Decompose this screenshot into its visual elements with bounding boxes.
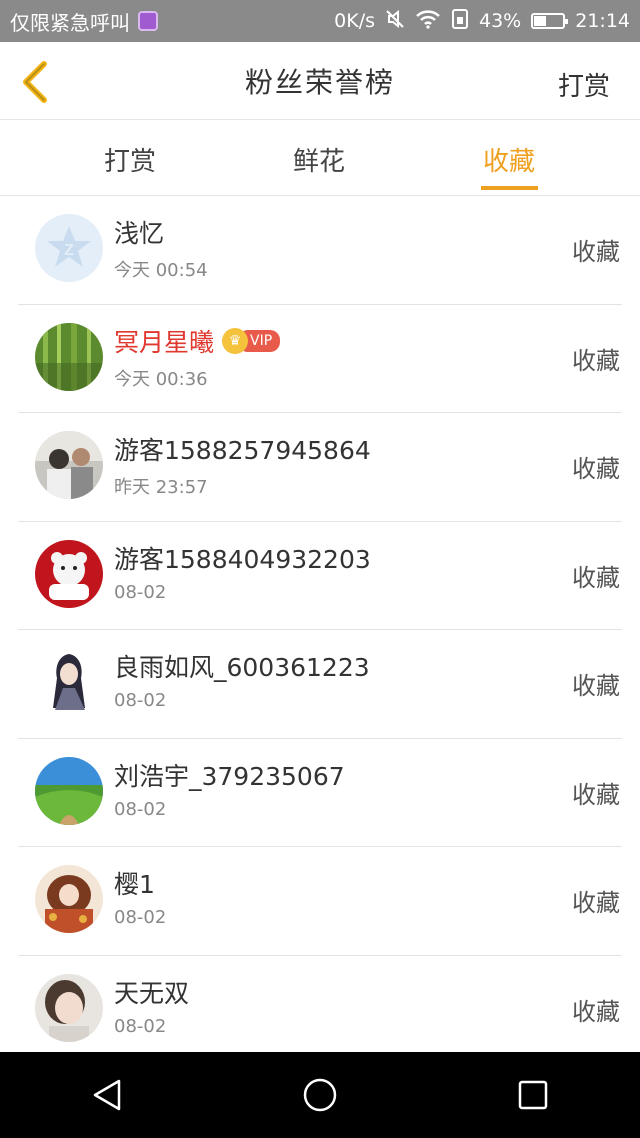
timestamp: 08-02 — [114, 690, 167, 711]
favorite-label: 收藏 — [572, 780, 620, 809]
avatar — [35, 322, 103, 391]
timestamp: 昨天 23:57 — [114, 477, 208, 498]
square-recents-icon — [519, 1080, 548, 1110]
user-name-text: 游客1588404932203 — [114, 544, 371, 574]
clock: 21:14 — [575, 10, 630, 32]
avatar — [35, 648, 103, 716]
tab-flowers[interactable]: 鲜花 — [293, 141, 345, 178]
timestamp: 今天 00:54 — [114, 260, 208, 281]
girl-avatar-icon — [35, 973, 103, 1042]
recents-nav-button[interactable] — [503, 1065, 563, 1125]
landscape-avatar-icon — [35, 756, 103, 825]
avatar — [35, 865, 103, 933]
page-title: 粉丝荣誉榜 — [244, 65, 395, 99]
wifi-icon — [415, 9, 441, 34]
circle-home-icon — [303, 1078, 337, 1112]
battery-percent: 43% — [479, 10, 522, 32]
favorite-label: 收藏 — [572, 889, 620, 917]
user-name: 游客1588257945864 — [114, 431, 371, 467]
timestamp: 08-02 — [114, 581, 167, 603]
reward-button[interactable]: 打赏 — [558, 66, 610, 103]
anime-character-avatar-icon — [35, 648, 103, 716]
favorite-label: 收藏 — [572, 238, 620, 266]
user-name: 樱1 — [114, 865, 155, 901]
avatar — [35, 431, 103, 499]
gallery-notification-icon — [138, 11, 158, 31]
status-bar: 仅限紧急呼叫 0K/s 43% 21:14 — [0, 0, 640, 42]
user-name-text: 冥月星曦 — [114, 327, 215, 357]
back-button[interactable] — [16, 60, 56, 104]
photo-avatar-icon — [35, 431, 103, 499]
battery-icon — [531, 13, 569, 29]
vip-badge: ♛ VIP — [222, 327, 281, 354]
avatar — [35, 973, 103, 1042]
illustration-avatar-icon — [35, 865, 103, 933]
svg-text:Z: Z — [64, 242, 74, 259]
avatar — [35, 756, 103, 825]
list-item[interactable]: 游客1588404932203 08-02 收藏 — [18, 522, 622, 630]
user-name: 刘浩宇_379235067 — [114, 757, 345, 793]
list-item[interactable]: 冥月星曦 ♛ VIP 今天 00:36 收藏 — [18, 305, 622, 413]
user-name-text: 游客1588257945864 — [114, 436, 371, 465]
battery-fill — [534, 16, 547, 26]
favorite-label: 收藏 — [572, 997, 620, 1026]
carrier-text: 仅限紧急呼叫 — [10, 10, 130, 35]
sim-icon — [451, 8, 469, 34]
nav-bar: 粉丝荣誉榜 打赏 — [0, 42, 640, 120]
user-name: 浅忆 — [114, 214, 164, 250]
favorite-label: 收藏 — [572, 672, 620, 700]
mute-icon — [385, 9, 405, 34]
timestamp: 08-02 — [114, 907, 167, 928]
timestamp: 08-02 — [114, 1015, 167, 1037]
crown-icon: ♛ — [222, 327, 249, 354]
tab-bar: 打赏 鲜花 收藏 — [0, 121, 640, 196]
user-name-text: 天无双 — [114, 978, 190, 1008]
status-left: 仅限紧急呼叫 — [10, 7, 158, 36]
tab-favorites[interactable]: 收藏 — [483, 141, 535, 178]
qzone-avatar-icon: Z — [35, 214, 103, 282]
status-right: 0K/s 43% 21:14 — [334, 8, 630, 34]
timestamp: 今天 00:36 — [114, 368, 208, 390]
bamboo-avatar-icon — [35, 322, 103, 391]
list-item[interactable]: 刘浩宇_379235067 08-02 收藏 — [18, 739, 622, 847]
user-name: 天无双 — [114, 974, 189, 1010]
user-name: 良雨如风_600361223 — [114, 648, 370, 684]
favorite-label: 收藏 — [572, 563, 620, 592]
timestamp: 08-02 — [114, 798, 167, 820]
avatar — [35, 539, 103, 608]
network-speed: 0K/s — [334, 10, 375, 32]
home-nav-button[interactable] — [290, 1065, 350, 1125]
chevron-left-icon — [23, 61, 47, 103]
user-name: 游客1588404932203 — [114, 540, 371, 576]
user-name-text: 樱1 — [114, 870, 155, 899]
screen: 仅限紧急呼叫 0K/s 43% 21:14 粉丝荣誉榜 打赏 打赏 鲜花 收藏 … — [0, 0, 640, 1138]
favorite-label: 收藏 — [572, 346, 620, 375]
fan-list: Z 浅忆 今天 00:54 收藏 冥月星曦 ♛ VIP 今天 00:36 收藏 … — [0, 196, 640, 1064]
triangle-back-icon — [93, 1079, 120, 1111]
back-nav-button[interactable] — [77, 1065, 137, 1125]
tab-reward[interactable]: 打赏 — [104, 141, 156, 178]
active-tab-indicator — [481, 186, 538, 190]
teddy-bear-avatar-icon — [35, 539, 103, 608]
user-name: 冥月星曦 ♛ VIP — [114, 323, 281, 359]
list-item[interactable]: 樱1 08-02 收藏 — [18, 847, 622, 956]
avatar: Z — [35, 214, 103, 282]
user-name-text: 良雨如风_600361223 — [114, 653, 370, 682]
list-item[interactable]: 良雨如风_600361223 08-02 收藏 — [18, 630, 622, 739]
user-name-text: 浅忆 — [114, 219, 165, 248]
system-nav-bar — [0, 1052, 640, 1138]
list-item[interactable]: 天无双 08-02 收藏 — [18, 956, 622, 1064]
favorite-label: 收藏 — [572, 455, 620, 483]
list-item[interactable]: 游客1588257945864 昨天 23:57 收藏 — [18, 413, 622, 522]
user-name-text: 刘浩宇_379235067 — [114, 761, 345, 791]
list-item[interactable]: Z 浅忆 今天 00:54 收藏 — [18, 196, 622, 305]
